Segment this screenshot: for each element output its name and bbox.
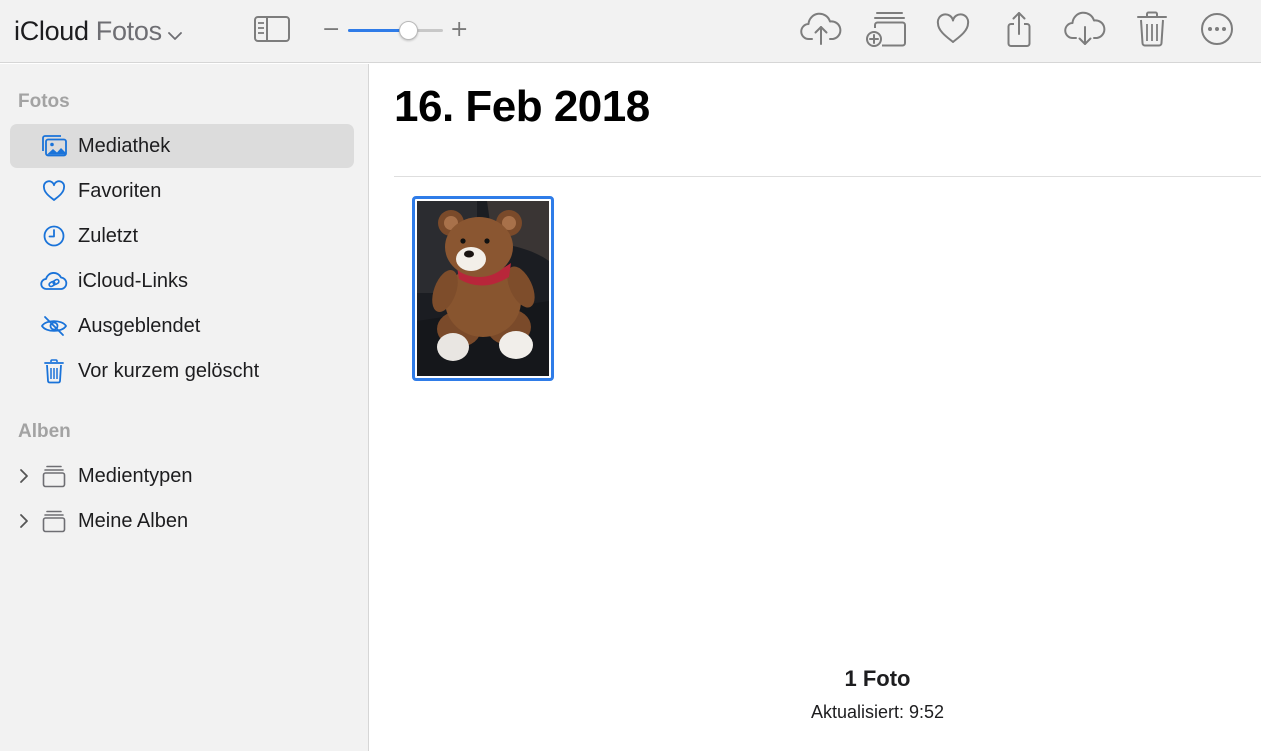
sidebar-item-label: Medientypen xyxy=(78,465,193,487)
share-button[interactable] xyxy=(999,10,1039,53)
cloud-link-icon xyxy=(40,269,68,293)
date-heading: 16. Feb 2018 xyxy=(394,82,650,131)
sidebar-item-label: Vor kurzem gelöscht xyxy=(78,360,260,382)
clock-icon xyxy=(40,224,68,248)
photo-grid-area: 16. Feb 2018 1 Foto Aktualisiert: 9:52 xyxy=(370,64,1261,751)
chevron-down-icon xyxy=(167,17,182,48)
sidebar-item-label: Mediathek xyxy=(78,135,171,157)
upload-button[interactable] xyxy=(800,12,842,51)
trash-icon xyxy=(40,359,68,384)
cloud-upload-icon xyxy=(800,12,842,51)
more-icon xyxy=(1199,11,1235,52)
cloud-download-icon xyxy=(1064,11,1106,52)
album-stack-icon xyxy=(40,464,68,488)
sidebar-item-icloud-links[interactable]: iCloud-Links xyxy=(10,259,354,303)
album-stack-icon xyxy=(40,509,68,533)
share-icon xyxy=(1002,10,1036,53)
sidebar-item-ausgeblendet[interactable]: Ausgeblendet xyxy=(10,304,354,348)
sidebar-section-alben: Alben xyxy=(18,421,71,442)
add-to-album-button[interactable] xyxy=(866,11,906,50)
trash-icon xyxy=(1136,10,1168,53)
disclosure-chevron-icon[interactable] xyxy=(17,468,31,484)
library-icon xyxy=(40,134,68,158)
sidebar-item-meine-alben[interactable]: Meine Alben xyxy=(10,499,354,543)
sidebar-item-label: Meine Alben xyxy=(78,510,189,532)
zoom-slider-track[interactable] xyxy=(348,21,443,40)
sidebar-item-mediathek[interactable]: Mediathek xyxy=(10,124,354,168)
last-updated: Aktualisiert: 9:52 xyxy=(810,702,945,722)
app-switcher[interactable]: iCloud Fotos xyxy=(14,14,182,48)
photo-thumbnail[interactable] xyxy=(412,196,554,381)
sidebar-item-label: Favoriten xyxy=(78,180,162,202)
eye-slash-icon xyxy=(40,314,68,338)
disclosure-chevron-icon[interactable] xyxy=(17,513,31,529)
heart-icon xyxy=(935,12,971,50)
add-to-album-icon xyxy=(865,9,907,54)
sidebar-toggle-icon xyxy=(253,14,291,49)
brand-name: iCloud xyxy=(14,15,89,46)
favorite-button[interactable] xyxy=(933,12,973,50)
download-button[interactable] xyxy=(1064,11,1106,52)
sidebar: Fotos Mediathek Favoriten Zuletzt iCloud… xyxy=(0,64,369,751)
teddy-bear-photo xyxy=(417,201,549,376)
sidebar-item-vor-kurzem-geloescht[interactable]: Vor kurzem gelöscht xyxy=(10,349,354,393)
sidebar-item-favoriten[interactable]: Favoriten xyxy=(10,169,354,213)
delete-button[interactable] xyxy=(1132,10,1172,53)
zoom-in-icon[interactable]: + xyxy=(450,18,468,42)
sidebar-item-label: Zuletzt xyxy=(78,225,139,247)
sidebar-section-fotos: Fotos xyxy=(18,91,70,112)
heart-icon xyxy=(40,179,68,203)
sidebar-toggle-button[interactable] xyxy=(252,12,292,50)
zoom-slider-knob[interactable] xyxy=(398,21,418,40)
sidebar-item-label: iCloud-Links xyxy=(78,270,189,292)
sidebar-item-zuletzt[interactable]: Zuletzt xyxy=(10,214,354,258)
sidebar-item-label: Ausgeblendet xyxy=(78,315,201,337)
divider xyxy=(394,176,1261,177)
sidebar-item-medientypen[interactable]: Medientypen xyxy=(10,454,354,498)
toolbar: iCloud Fotos − + xyxy=(0,0,1261,63)
app-name: Fotos xyxy=(95,15,162,46)
zoom-slider[interactable]: − + xyxy=(322,18,468,44)
more-button[interactable] xyxy=(1197,12,1237,50)
photo-count: 1 Foto xyxy=(844,666,911,691)
zoom-out-icon[interactable]: − xyxy=(322,18,340,42)
